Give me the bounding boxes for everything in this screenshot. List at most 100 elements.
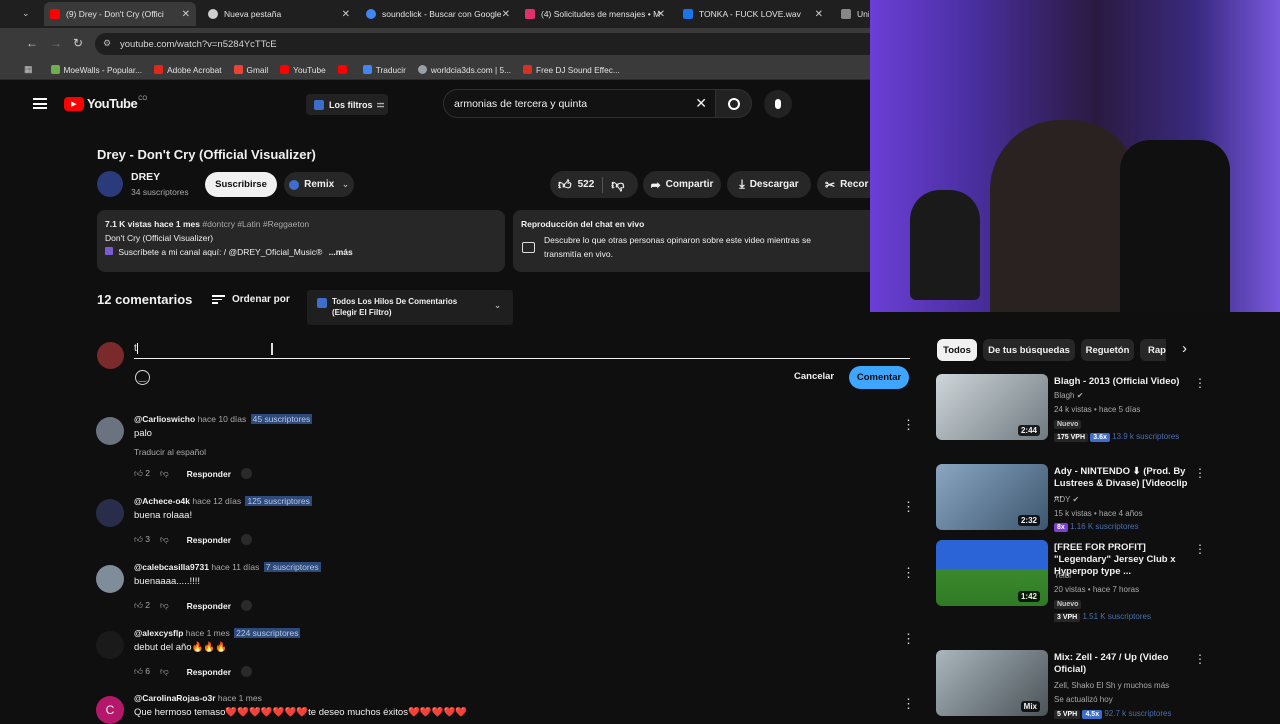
tab-instagram[interactable]: (4) Solicitudes de mensajes • M ✕ [519, 2, 671, 26]
bookmark-adobe[interactable]: Adobe Acrobat [154, 65, 222, 75]
comment-author[interactable]: @Carlioswicho [134, 414, 195, 424]
more-options-icon[interactable]: ⋮ [1194, 542, 1206, 556]
more-options-icon[interactable]: ⋮ [902, 696, 915, 712]
comment-meta: @calebcasilla9731 hace 11 días 7 suscrip… [134, 562, 321, 572]
filters-button[interactable]: Los filtros ⚌ [306, 94, 388, 115]
clip-button[interactable]: ✂ Recor [817, 171, 870, 198]
reply-button[interactable]: Responder [187, 667, 231, 677]
download-button[interactable]: ⤓ Descargar [727, 171, 811, 198]
bookmark-youtube[interactable]: YouTube [280, 65, 326, 75]
share-button[interactable]: ➦ Compartir [643, 171, 721, 198]
description-box[interactable]: 7.1 K vistas hace 1 mes #dontcry #Latin … [97, 210, 505, 272]
close-tab-icon[interactable]: ✕ [502, 9, 510, 20]
description-line: Suscríbete a mi canal aquí: / @DREY_Ofic… [105, 245, 497, 259]
channel-avatar[interactable] [97, 171, 123, 197]
like-comment-button[interactable]: 👍︎ 2 [134, 600, 150, 611]
tab-google-search[interactable]: soundclick - Buscar con Google ✕ [360, 2, 516, 26]
dislike-comment-button[interactable]: 👎︎ [160, 534, 169, 545]
commenter-avatar[interactable] [96, 499, 124, 527]
site-info-icon[interactable]: ⚙ [103, 38, 111, 49]
more-options-icon[interactable]: ⋮ [902, 499, 915, 515]
dislike-comment-button[interactable]: 👎︎ [160, 468, 169, 479]
commenter-avatar[interactable] [96, 631, 124, 659]
reply-button[interactable]: Responder [187, 469, 231, 479]
clear-search-icon[interactable]: ✕ [695, 95, 707, 112]
chip-rap[interactable]: Rap [1140, 339, 1166, 361]
dislike-comment-button[interactable]: 👎︎ [160, 600, 169, 611]
sort-button[interactable]: Ordenar por [212, 293, 290, 306]
recommended-video[interactable]: Mix Mix: Zell - 247 / Up (Video Oficial)… [936, 650, 1266, 720]
submit-comment-button[interactable]: Comentar [849, 366, 909, 389]
menu-icon[interactable] [33, 98, 47, 109]
dislike-comment-button[interactable]: 👎︎ [160, 666, 169, 677]
translate-link[interactable]: Traducir al español [134, 447, 206, 457]
tab-youtube-video[interactable]: (9) Drey - Don't Cry (Offici ✕ [44, 2, 196, 26]
more-options-icon[interactable]: ⋮ [902, 631, 915, 647]
close-tab-icon[interactable]: ✕ [182, 9, 190, 20]
chip-regueton[interactable]: Reguetón [1081, 339, 1134, 361]
search-input[interactable]: armonias de tercera y quinta ✕ [443, 89, 716, 118]
voice-search-button[interactable] [764, 90, 792, 118]
like-button[interactable]: 👍︎ 522 [550, 177, 594, 193]
bookmark-gmail[interactable]: Gmail [233, 65, 268, 75]
remix-button[interactable]: Remix ⌄ [284, 172, 354, 197]
dislike-button[interactable]: 👎︎ [611, 177, 624, 193]
reply-button[interactable]: Responder [187, 535, 231, 545]
divider [602, 176, 604, 193]
chip-from-searches[interactable]: De tus búsquedas [983, 339, 1075, 361]
bookmark-worldcia[interactable]: worldcia3ds.com | 5... [417, 65, 511, 75]
comment-filter-select[interactable]: Todos Los Hilos De Comentarios (Elegir E… [307, 290, 513, 325]
bookmark-youtube-2[interactable] [337, 65, 351, 74]
recommended-video[interactable]: 1:42 [FREE FOR PROFIT] "Legendary" Jerse… [936, 540, 1266, 610]
comment-author[interactable]: @alexcysflp [134, 628, 183, 638]
tab-search-button[interactable]: ⌄ [22, 8, 36, 20]
commenter-avatar[interactable] [96, 417, 124, 445]
channel-name[interactable]: DREY [131, 171, 160, 183]
youtube-logo[interactable]: ▶ YouTube CO [64, 96, 147, 111]
address-bar[interactable]: ⚙ youtube.com/watch?v=n5284YcTTcE [95, 33, 895, 55]
reply-button[interactable]: Responder [187, 601, 231, 611]
tab-label: Nueva pestaña [224, 9, 282, 19]
back-arrow-icon[interactable]: ← [26, 36, 38, 50]
apps-grid-icon[interactable]: ▦ [24, 64, 33, 75]
like-comment-button[interactable]: 👍︎ 2 [134, 468, 150, 479]
recommended-video[interactable]: 2:32 Ady - NINTENDO ⬇ (Prod. By Lustrees… [936, 464, 1266, 534]
new-badge-row: Nuevo [1054, 419, 1082, 429]
comment-author[interactable]: @Achece-o4k [134, 496, 190, 506]
subscribe-button[interactable]: Suscribirse [205, 172, 277, 197]
more-options-icon[interactable]: ⋮ [902, 565, 915, 581]
more-options-icon[interactable]: ⋮ [902, 417, 915, 433]
tab-uni[interactable]: Uni [835, 2, 869, 26]
cancel-button[interactable]: Cancelar [794, 371, 834, 382]
bookmark-moewalls[interactable]: MoeWalls - Popular... [50, 65, 142, 75]
emoji-picker-icon[interactable]: ‿ [135, 370, 150, 385]
reload-icon[interactable]: ↻ [73, 36, 83, 50]
bookmark-traducir[interactable]: Traducir [362, 65, 406, 75]
close-tab-icon[interactable]: ✕ [657, 9, 665, 20]
comment-author[interactable]: @calebcasilla9731 [134, 562, 209, 572]
subscriber-badge: 7 suscriptores [263, 562, 321, 572]
search-button[interactable] [716, 89, 752, 118]
gmail-icon [233, 65, 243, 74]
comment-author[interactable]: @CarolinaRojas-o3r [134, 693, 216, 703]
more-options-icon[interactable]: ⋮ [1194, 376, 1206, 390]
close-tab-icon[interactable]: ✕ [815, 9, 823, 20]
recommended-video[interactable]: 2:44 Blagh - 2013 (Official Video) Blagh… [936, 374, 1266, 444]
comment-input[interactable]: t [134, 341, 910, 359]
chip-all[interactable]: Todos [937, 339, 977, 361]
chat-replay-box[interactable]: Reproducción del chat en vivo Descubre l… [513, 210, 870, 272]
video-title: Blagh - 2013 (Official Video) [1054, 376, 1180, 387]
like-comment-button[interactable]: 👍︎ 6 [134, 666, 150, 677]
tab-new-tab[interactable]: Nueva pestaña ✕ [202, 2, 356, 26]
adobe-acrobat-icon [154, 65, 164, 74]
more-options-icon[interactable]: ⋮ [1194, 466, 1206, 480]
commenter-avatar[interactable] [96, 565, 124, 593]
more-options-icon[interactable]: ⋮ [1194, 652, 1206, 666]
forward-arrow-icon[interactable]: → [50, 36, 62, 50]
close-tab-icon[interactable]: ✕ [342, 9, 350, 20]
show-more-link[interactable]: ...más [329, 247, 353, 257]
bookmark-free-dj[interactable]: Free DJ Sound Effec... [523, 65, 620, 75]
like-comment-button[interactable]: 👍︎ 3 [134, 534, 150, 545]
chevron-right-icon[interactable]: › [1182, 340, 1187, 357]
tab-tonka[interactable]: TONKA - FUCK LOVE.wav ✕ [677, 2, 829, 26]
